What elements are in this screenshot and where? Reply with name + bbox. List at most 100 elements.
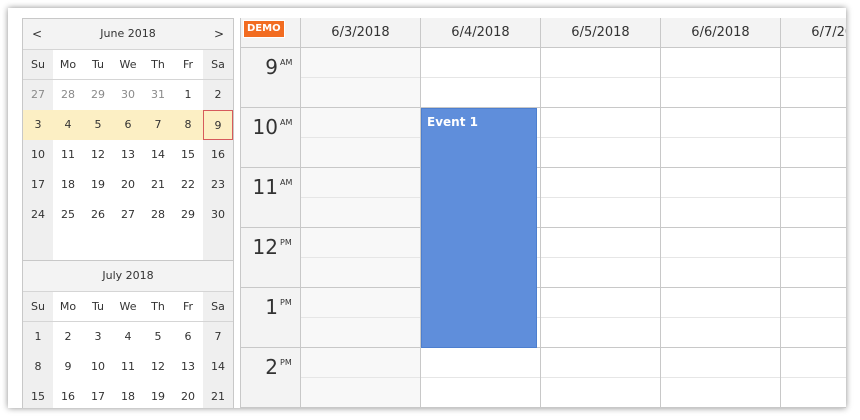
time-cell[interactable] xyxy=(661,198,780,228)
time-cell[interactable] xyxy=(541,198,660,228)
time-cell[interactable] xyxy=(661,378,780,408)
day-cell[interactable]: 25 xyxy=(53,200,83,230)
time-cell[interactable] xyxy=(781,78,846,108)
time-cell[interactable] xyxy=(661,318,780,348)
day-cell[interactable]: 14 xyxy=(203,352,233,382)
day-cell[interactable]: 7 xyxy=(143,110,173,140)
prev-month-button[interactable]: < xyxy=(25,19,49,49)
time-cell[interactable] xyxy=(661,138,780,168)
event-box[interactable]: Event 1 xyxy=(421,108,537,348)
time-cell[interactable] xyxy=(421,378,540,408)
time-cell[interactable] xyxy=(781,48,846,78)
day-cell[interactable]: 1 xyxy=(23,322,53,352)
day-cell[interactable]: 13 xyxy=(113,140,143,170)
day-cell[interactable]: 29 xyxy=(173,200,203,230)
day-cell[interactable]: 15 xyxy=(23,382,53,408)
time-cell[interactable] xyxy=(661,48,780,78)
time-cell[interactable] xyxy=(541,168,660,198)
time-cell[interactable] xyxy=(541,78,660,108)
day-cell[interactable]: 11 xyxy=(113,352,143,382)
day-cell[interactable]: 12 xyxy=(83,140,113,170)
time-cell[interactable] xyxy=(301,228,420,258)
time-cell[interactable] xyxy=(301,378,420,408)
time-cell[interactable] xyxy=(781,228,846,258)
day-cell[interactable]: 28 xyxy=(53,80,83,110)
day-cell[interactable]: 29 xyxy=(83,80,113,110)
time-cell[interactable] xyxy=(781,168,846,198)
day-cell[interactable]: 2 xyxy=(53,322,83,352)
day-cell[interactable]: 23 xyxy=(203,170,233,200)
day-cell[interactable]: 11 xyxy=(53,140,83,170)
time-cell[interactable] xyxy=(301,258,420,288)
time-cell[interactable] xyxy=(301,108,420,138)
time-cell[interactable] xyxy=(661,168,780,198)
time-cell[interactable] xyxy=(301,198,420,228)
day-cell[interactable]: 22 xyxy=(173,170,203,200)
time-cell[interactable] xyxy=(541,288,660,318)
day-cell[interactable]: 16 xyxy=(53,382,83,408)
time-cell[interactable] xyxy=(301,348,420,378)
time-cell[interactable] xyxy=(781,378,846,408)
day-cell[interactable]: 8 xyxy=(23,352,53,382)
time-cell[interactable] xyxy=(421,78,540,108)
time-cell[interactable] xyxy=(301,288,420,318)
day-cell[interactable]: 3 xyxy=(23,110,53,140)
day-cell[interactable]: 13 xyxy=(173,352,203,382)
time-cell[interactable] xyxy=(421,48,540,78)
day-cell[interactable]: 24 xyxy=(23,200,53,230)
time-cell[interactable] xyxy=(781,288,846,318)
time-cell[interactable] xyxy=(301,78,420,108)
day-cell[interactable]: 17 xyxy=(83,382,113,408)
time-cell[interactable] xyxy=(661,78,780,108)
day-cell[interactable]: 19 xyxy=(83,170,113,200)
day-cell[interactable]: 21 xyxy=(203,382,233,408)
time-cell[interactable] xyxy=(541,108,660,138)
time-cell[interactable] xyxy=(661,258,780,288)
time-cell[interactable] xyxy=(541,138,660,168)
time-cell[interactable] xyxy=(301,48,420,78)
time-cell[interactable] xyxy=(541,348,660,378)
day-cell[interactable]: 5 xyxy=(143,322,173,352)
day-cell[interactable]: 3 xyxy=(83,322,113,352)
day-cell[interactable]: 31 xyxy=(143,80,173,110)
today-day-cell[interactable]: 9 xyxy=(203,110,233,140)
time-cell[interactable] xyxy=(781,348,846,378)
day-cell[interactable]: 10 xyxy=(23,140,53,170)
day-cell[interactable]: 28 xyxy=(143,200,173,230)
time-cell[interactable] xyxy=(541,318,660,348)
day-cell[interactable]: 1 xyxy=(173,80,203,110)
day-cell[interactable]: 15 xyxy=(173,140,203,170)
time-cell[interactable] xyxy=(541,258,660,288)
day-cell[interactable]: 4 xyxy=(113,322,143,352)
time-cell[interactable] xyxy=(781,138,846,168)
day-cell[interactable]: 14 xyxy=(143,140,173,170)
day-cell[interactable]: 6 xyxy=(173,322,203,352)
day-cell[interactable]: 21 xyxy=(143,170,173,200)
day-cell[interactable]: 5 xyxy=(83,110,113,140)
time-cell[interactable] xyxy=(781,108,846,138)
day-cell[interactable]: 27 xyxy=(113,200,143,230)
day-cell[interactable]: 7 xyxy=(203,322,233,352)
day-cell[interactable]: 12 xyxy=(143,352,173,382)
time-cell[interactable] xyxy=(781,318,846,348)
day-cell[interactable]: 4 xyxy=(53,110,83,140)
day-cell[interactable]: 18 xyxy=(113,382,143,408)
time-cell[interactable] xyxy=(421,348,540,378)
day-cell[interactable]: 30 xyxy=(113,80,143,110)
day-cell[interactable]: 18 xyxy=(53,170,83,200)
time-cell[interactable] xyxy=(781,258,846,288)
day-cell[interactable]: 27 xyxy=(23,80,53,110)
day-cell[interactable]: 20 xyxy=(173,382,203,408)
time-cell[interactable] xyxy=(661,288,780,318)
time-cell[interactable] xyxy=(781,198,846,228)
day-cell[interactable]: 2 xyxy=(203,80,233,110)
day-cell[interactable]: 9 xyxy=(53,352,83,382)
time-cell[interactable] xyxy=(661,348,780,378)
time-cell[interactable] xyxy=(661,228,780,258)
day-cell[interactable]: 20 xyxy=(113,170,143,200)
time-cell[interactable] xyxy=(301,168,420,198)
next-month-button[interactable]: > xyxy=(207,19,231,49)
day-cell[interactable]: 30 xyxy=(203,200,233,230)
time-cell[interactable] xyxy=(301,318,420,348)
day-cell[interactable]: 17 xyxy=(23,170,53,200)
